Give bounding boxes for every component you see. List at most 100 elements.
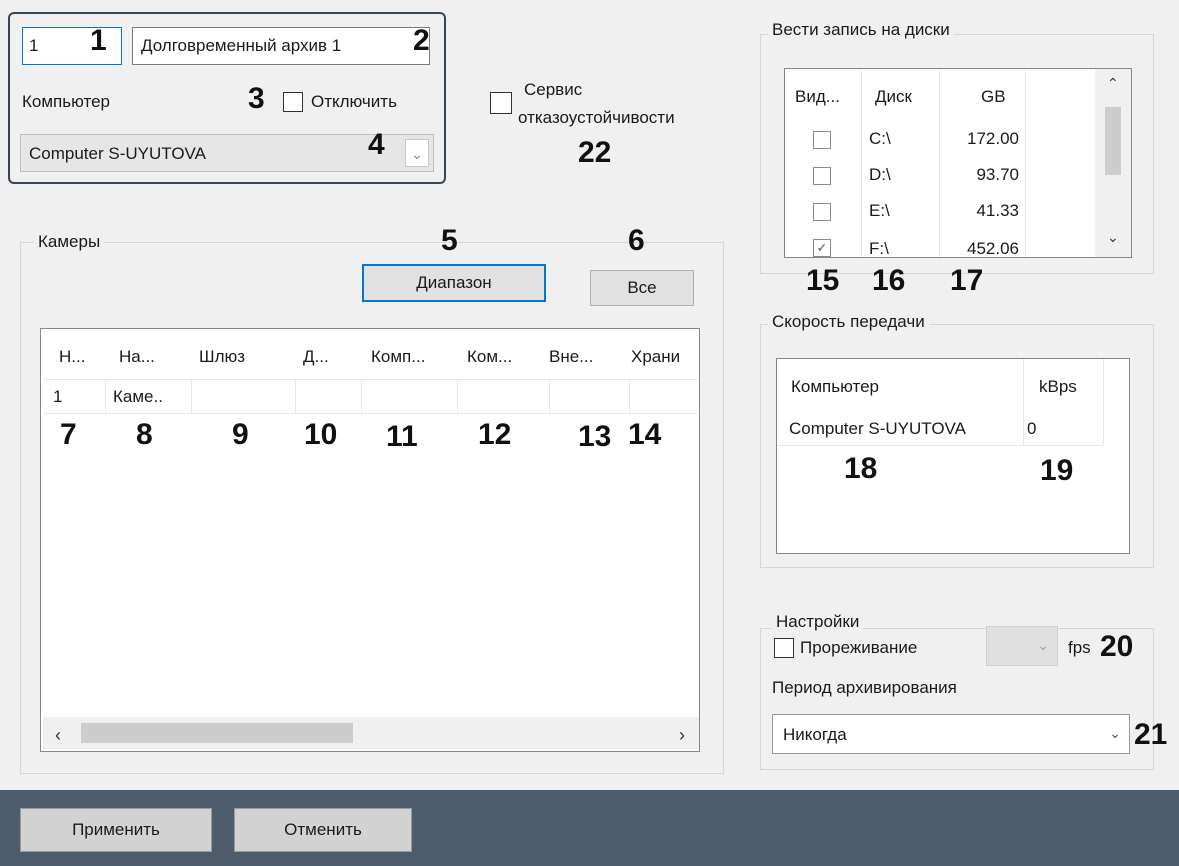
range-button[interactable]: Диапазон: [362, 264, 546, 302]
column-header[interactable]: Д...: [303, 347, 329, 367]
table-row-divider: [777, 445, 1103, 446]
table-col-divider: [549, 379, 550, 413]
column-header[interactable]: GB: [981, 87, 1006, 107]
callout-8: 8: [136, 418, 153, 451]
horizontal-scrollbar[interactable]: ‹ ›: [43, 717, 699, 749]
table-col-divider: [861, 69, 862, 257]
column-header[interactable]: Вне...: [549, 347, 593, 367]
chevron-left-icon[interactable]: ‹: [55, 725, 61, 746]
table-cell: F:\: [869, 239, 889, 258]
table-col-divider: [939, 69, 940, 257]
vertical-scrollbar[interactable]: ⌃ ⌄: [1095, 69, 1131, 257]
callout-10: 10: [304, 418, 338, 451]
archive-name-field[interactable]: Долговременный архив 1: [132, 27, 430, 65]
fps-select[interactable]: ⌄: [986, 626, 1058, 666]
chevron-down-icon: ⌄: [405, 139, 429, 167]
column-header[interactable]: Вид...: [795, 87, 840, 107]
disable-label: Отключить: [311, 92, 397, 111]
scrollbar-thumb[interactable]: [1105, 107, 1121, 175]
computer-select-value: Computer S-UYUTOVA: [29, 144, 206, 163]
fps-label: fps: [1068, 638, 1091, 657]
period-select[interactable]: Никогда ⌄: [772, 714, 1130, 754]
table-cell: Computer S-UYUTOVA: [789, 419, 966, 438]
column-header[interactable]: Ком...: [467, 347, 512, 367]
callout-1: 1: [90, 24, 107, 57]
thinning-label: Прореживание: [800, 638, 918, 657]
column-header[interactable]: Компьютер: [791, 377, 879, 397]
table-col-divider: [457, 379, 458, 413]
column-header[interactable]: Диск: [875, 87, 912, 107]
settings-group-title: Настройки: [772, 612, 864, 632]
disk-checkbox[interactable]: [813, 167, 831, 185]
column-header[interactable]: Храни: [631, 347, 697, 367]
table-cell[interactable]: 1: [53, 387, 62, 407]
cameras-group-title: Камеры: [34, 232, 105, 252]
table-row-divider: [43, 379, 697, 380]
column-header[interactable]: На...: [119, 347, 155, 367]
disk-checkbox[interactable]: [813, 203, 831, 221]
disable-checkbox[interactable]: [283, 92, 303, 112]
table-col-divider: [295, 379, 296, 413]
computer-label: Компьютер: [22, 92, 110, 111]
table-cell: 452.06: [967, 239, 1019, 258]
column-header[interactable]: Шлюз: [199, 347, 245, 367]
table-cell[interactable]: Каме..: [113, 387, 163, 407]
callout-6: 6: [628, 224, 645, 257]
thinning-checkbox[interactable]: [774, 638, 794, 658]
callout-7: 7: [60, 418, 77, 451]
callout-13: 13: [578, 420, 612, 453]
chevron-down-icon[interactable]: ⌄: [1107, 229, 1119, 246]
scrollbar-thumb[interactable]: [81, 723, 353, 743]
table-col-divider: [1023, 359, 1024, 445]
table-cell: 172.00: [967, 129, 1019, 148]
callout-17: 17: [950, 264, 984, 297]
disks-table: Вид... Диск GB C:\ 172.00 D:\ 93.70 E:\ …: [784, 68, 1132, 258]
callout-18: 18: [844, 452, 878, 485]
service-label-2: отказоустойчивости: [518, 108, 675, 127]
table-row-divider: [43, 413, 697, 414]
chevron-down-icon: ⌄: [1037, 637, 1049, 653]
speed-table: Компьютер kBps Computer S-UYUTOVA 0: [776, 358, 1130, 554]
cancel-button[interactable]: Отменить: [234, 808, 412, 852]
service-label-1: Сервис: [524, 80, 583, 99]
callout-5: 5: [441, 224, 458, 257]
callout-14: 14: [628, 418, 662, 451]
callout-11: 11: [386, 420, 418, 453]
table-col-divider: [1025, 69, 1026, 257]
speed-group-title: Скорость передачи: [768, 312, 929, 332]
callout-16: 16: [872, 264, 906, 297]
callout-15: 15: [806, 264, 840, 297]
callout-3: 3: [248, 82, 265, 115]
callout-4: 4: [368, 128, 385, 161]
column-header[interactable]: kBps: [1039, 377, 1077, 397]
table-cell: E:\: [869, 201, 890, 220]
table-cell: C:\: [869, 129, 891, 148]
period-label: Период архивирования: [772, 678, 957, 697]
archive-id-field[interactable]: 1: [22, 27, 122, 65]
chevron-right-icon[interactable]: ›: [679, 725, 685, 746]
callout-12: 12: [478, 418, 512, 451]
table-cell: 93.70: [976, 165, 1019, 184]
column-header[interactable]: Комп...: [371, 347, 425, 367]
callout-21: 21: [1134, 718, 1168, 751]
table-col-divider: [1103, 359, 1104, 445]
callout-19: 19: [1040, 454, 1074, 487]
period-select-value: Никогда: [783, 725, 847, 744]
disk-checkbox[interactable]: [813, 131, 831, 149]
apply-button[interactable]: Применить: [20, 808, 212, 852]
callout-20: 20: [1100, 630, 1134, 663]
table-col-divider: [191, 379, 192, 413]
callout-2: 2: [413, 24, 430, 57]
disk-checkbox-checked[interactable]: ✓: [813, 239, 831, 257]
disks-group-title: Вести запись на диски: [768, 20, 954, 40]
callout-9: 9: [232, 418, 249, 451]
callout-22: 22: [578, 136, 612, 169]
table-cell: 0: [1027, 419, 1037, 438]
table-col-divider: [629, 379, 630, 413]
column-header[interactable]: Н...: [59, 347, 85, 367]
chevron-up-icon[interactable]: ⌃: [1107, 75, 1119, 92]
all-button[interactable]: Все: [590, 270, 694, 306]
cameras-table: Н... На... Шлюз Д... Комп... Ком... Вне.…: [40, 328, 700, 752]
service-checkbox[interactable]: [490, 92, 512, 114]
table-cell: D:\: [869, 165, 891, 184]
